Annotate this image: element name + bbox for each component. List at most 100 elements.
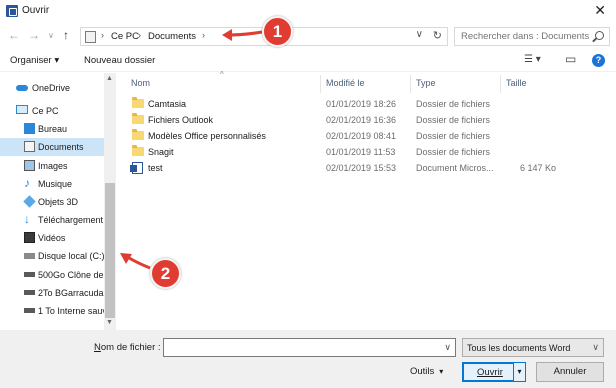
chevron-down-icon[interactable]: ∨	[444, 342, 451, 353]
music-icon: ♪	[24, 176, 30, 190]
sidebar-item-label: OneDrive	[32, 83, 71, 93]
chevron-down-icon: ▾	[439, 367, 444, 376]
window-app-icon	[6, 5, 18, 17]
table-row[interactable]: Modèles Office personnalisés 02/01/2019 …	[118, 128, 616, 144]
cloud-icon	[16, 85, 28, 91]
computer-icon	[16, 105, 28, 114]
column-header-modified[interactable]: Modifié le	[326, 78, 365, 88]
search-input[interactable]	[455, 28, 591, 45]
sidebar-item-disque-local[interactable]: Disque local (C:)	[0, 247, 105, 265]
sidebar-item-1to[interactable]: 1 To Interne sauv	[0, 302, 107, 320]
drive-icon	[24, 272, 35, 277]
search-box[interactable]	[454, 27, 610, 46]
file-type-select[interactable]: Tous les documents Word ∨	[462, 338, 604, 357]
sidebar-item-label: Bureau	[38, 124, 68, 134]
navigation-bar: ← → ∨ ↑ › Ce PC › Documents › ∨ ↻	[0, 24, 616, 48]
sidebar-item-2to[interactable]: 2To BGarracuda	[0, 284, 104, 302]
command-toolbar: Organiser ▾ Nouveau dossier ☰ ▾ ▭ ?	[0, 50, 616, 72]
up-arrow-icon[interactable]: ↑	[63, 28, 69, 42]
folder-icon	[132, 113, 144, 124]
close-icon[interactable]: ✕	[594, 2, 606, 19]
column-header-size[interactable]: Taille	[506, 78, 527, 88]
tools-label: Outils	[410, 366, 435, 377]
filename-input[interactable]	[164, 339, 455, 356]
file-type: Dossier de fichiers	[416, 115, 491, 125]
column-divider[interactable]	[500, 75, 501, 93]
navigation-pane: OneDrive Ce PC Bureau Documents Images ♪…	[0, 73, 116, 330]
breadcrumb-separator: ›	[138, 30, 141, 40]
new-folder-button[interactable]: Nouveau dossier	[84, 55, 155, 66]
tools-menu-button[interactable]: Outils ▾	[410, 366, 443, 377]
address-dropdown-icon[interactable]: ∨	[416, 29, 423, 40]
filename-label: Nom de fichier :	[94, 342, 161, 353]
scrollbar-thumb[interactable]	[105, 183, 115, 318]
refresh-icon[interactable]: ↻	[433, 29, 442, 42]
documents-location-icon	[85, 31, 96, 43]
table-row[interactable]: test 02/01/2019 15:53 Document Micros...…	[118, 160, 616, 176]
column-header-name[interactable]: Nom	[131, 78, 150, 88]
recent-locations-icon[interactable]: ∨	[48, 31, 54, 40]
file-type: Dossier de fichiers	[416, 99, 491, 109]
sidebar-item-label: Images	[38, 161, 68, 171]
filename-label-accesskey: N	[94, 342, 101, 353]
folder-icon	[132, 129, 144, 140]
file-type-value: Tous les documents Word	[467, 343, 571, 353]
table-row[interactable]: Snagit 01/01/2019 11:53 Dossier de fichi…	[118, 144, 616, 160]
sidebar-scrollbar[interactable]: ▲ ▼	[104, 73, 116, 330]
search-icon[interactable]	[595, 31, 604, 40]
sidebar-item-images[interactable]: Images	[0, 157, 104, 175]
file-modified: 02/01/2019 15:53	[326, 163, 397, 173]
file-name: Fichiers Outlook	[148, 115, 214, 125]
desktop-icon	[24, 123, 35, 134]
file-type: Dossier de fichiers	[416, 131, 491, 141]
cancel-button[interactable]: Annuler	[536, 362, 604, 382]
table-row[interactable]: Fichiers Outlook 02/01/2019 16:36 Dossie…	[118, 112, 616, 128]
window-title: Ouvrir	[22, 5, 50, 16]
sidebar-item-musique[interactable]: ♪ Musique	[0, 175, 104, 193]
sidebar-item-videos[interactable]: Vidéos	[0, 229, 104, 247]
folder-icon	[132, 145, 144, 156]
open-button[interactable]: Ouvrir ▾	[462, 362, 526, 382]
file-type: Document Micros...	[416, 163, 494, 173]
sidebar-item-telechargement[interactable]: ↓ Téléchargement	[0, 211, 104, 229]
sidebar-item-label: Téléchargement	[38, 215, 104, 225]
help-icon[interactable]: ?	[592, 54, 605, 67]
breadcrumb-separator[interactable]: ›	[202, 30, 205, 40]
back-arrow-icon[interactable]: ←	[8, 28, 20, 42]
open-options-dropdown[interactable]: ▾	[513, 363, 525, 381]
sidebar-item-objets-3d[interactable]: Objets 3D	[0, 193, 104, 211]
sidebar-item-bureau[interactable]: Bureau	[0, 120, 104, 138]
sidebar-item-500go[interactable]: 500Go Clône de	[0, 266, 104, 284]
drive-icon	[24, 308, 35, 313]
open-button-label: Ouvrir	[477, 367, 503, 378]
table-row[interactable]: Camtasia 01/01/2019 18:26 Dossier de fic…	[118, 96, 616, 112]
sidebar-item-ce-pc[interactable]: Ce PC	[0, 102, 104, 120]
breadcrumb-ce-pc[interactable]: Ce PC	[111, 31, 139, 42]
forward-arrow-icon[interactable]: →	[28, 28, 40, 42]
column-header-type[interactable]: Type	[416, 78, 436, 88]
file-list: ^ Nom Modifié le Type Taille Camtasia 01…	[118, 70, 616, 330]
column-divider[interactable]	[320, 75, 321, 93]
folder-icon	[132, 97, 144, 108]
filename-field[interactable]: ∨	[163, 338, 456, 357]
downloads-icon: ↓	[24, 212, 30, 226]
column-divider[interactable]	[410, 75, 411, 93]
sidebar-item-label: 2To BGarracuda	[38, 288, 104, 298]
sidebar-item-label: 500Go Clône de	[38, 270, 104, 280]
file-name: test	[148, 163, 163, 173]
file-modified: 01/01/2019 11:53	[326, 147, 396, 157]
sidebar-item-documents[interactable]: Documents	[0, 138, 104, 156]
file-size: 6 147 Ko	[520, 163, 557, 173]
preview-pane-icon[interactable]: ▭	[565, 52, 576, 66]
3d-objects-icon	[23, 195, 36, 208]
scroll-up-icon[interactable]: ▲	[106, 75, 113, 82]
file-modified: 01/01/2019 18:26	[326, 99, 397, 109]
sidebar-item-label: Disque local (C:)	[38, 251, 105, 261]
sidebar-item-onedrive[interactable]: OneDrive	[0, 79, 104, 97]
file-name: Camtasia	[148, 99, 187, 109]
breadcrumb-documents[interactable]: Documents	[148, 31, 196, 42]
scroll-down-icon[interactable]: ▼	[106, 319, 113, 326]
sidebar-item-label: Documents	[38, 142, 84, 152]
view-options-icon[interactable]: ☰ ▾	[524, 54, 541, 65]
organize-button[interactable]: Organiser ▾	[10, 55, 59, 66]
